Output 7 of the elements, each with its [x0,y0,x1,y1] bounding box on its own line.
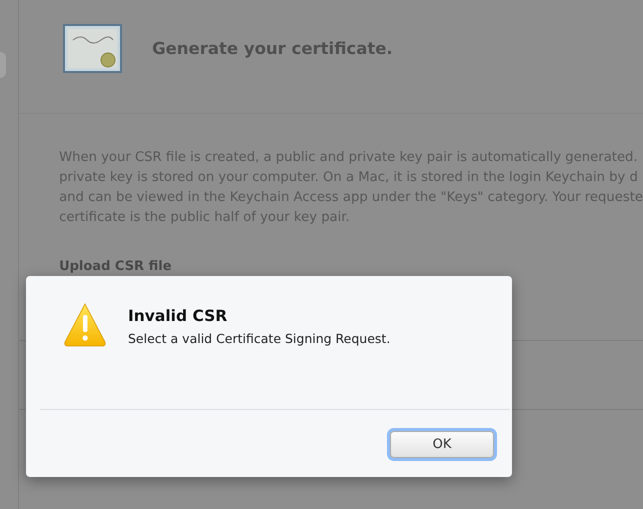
page-heading: Generate your certificate. [152,39,393,58]
section-heading: Upload CSR file [59,259,173,274]
dialog-title: Invalid CSR [128,307,228,325]
warning-icon [64,302,106,347]
dialog-message: Select a valid Certificate Signing Request. [128,331,390,346]
certificate-icon [63,24,122,73]
ok-button[interactable]: OK [390,431,494,458]
